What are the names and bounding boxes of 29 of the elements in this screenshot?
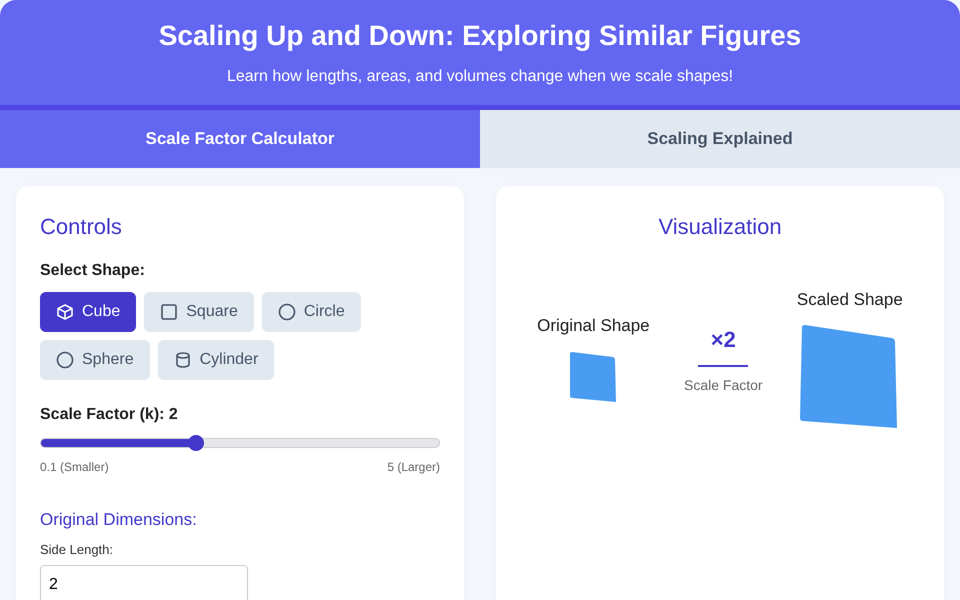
square-icon [160,303,178,321]
shape-button[interactable]: Cube [40,292,136,332]
page-subtitle: Learn how lengths, areas, and volumes change when we scale shapes! [226,68,734,86]
cylinder-icon [174,351,192,369]
slider-max-label: 5 (Larger) [387,460,440,474]
scale-factor-caption: Scale Factor [684,377,763,393]
shape-button[interactable]: Sphere [40,340,150,380]
card-title: Visualization [657,214,783,240]
shape-caption: Scaled Shape [796,290,903,310]
circle-icon [56,351,74,369]
cube-icon [56,303,74,321]
card-title: Controls [40,214,123,240]
shape-button[interactable]: Cylinder [158,340,274,380]
scale-factor-label: Scale Factor (k): 2 [40,406,179,424]
field-label: Side Length: [40,542,114,557]
side-length-field[interactable]: 2 [40,565,248,600]
scale-factor-value: ×2 [710,327,736,353]
section-title: Original Dimensions: [40,510,198,530]
small-cube-drawing [568,350,618,404]
shape-button[interactable]: Circle [262,292,361,332]
shape-caption: Original Shape [537,316,650,336]
tab[interactable]: Scaling Explained [480,110,960,168]
tab[interactable]: Scale Factor Calculator [0,110,480,168]
scale-slider[interactable] [40,438,440,448]
shape-label: Select Shape: [40,262,146,280]
shape-button[interactable]: Square [144,292,254,332]
circle-icon [278,303,296,321]
page-title: Scaling Up and Down: Exploring Similar Figures [158,19,802,52]
slider-min-label: 0.1 (Smaller) [40,460,109,474]
